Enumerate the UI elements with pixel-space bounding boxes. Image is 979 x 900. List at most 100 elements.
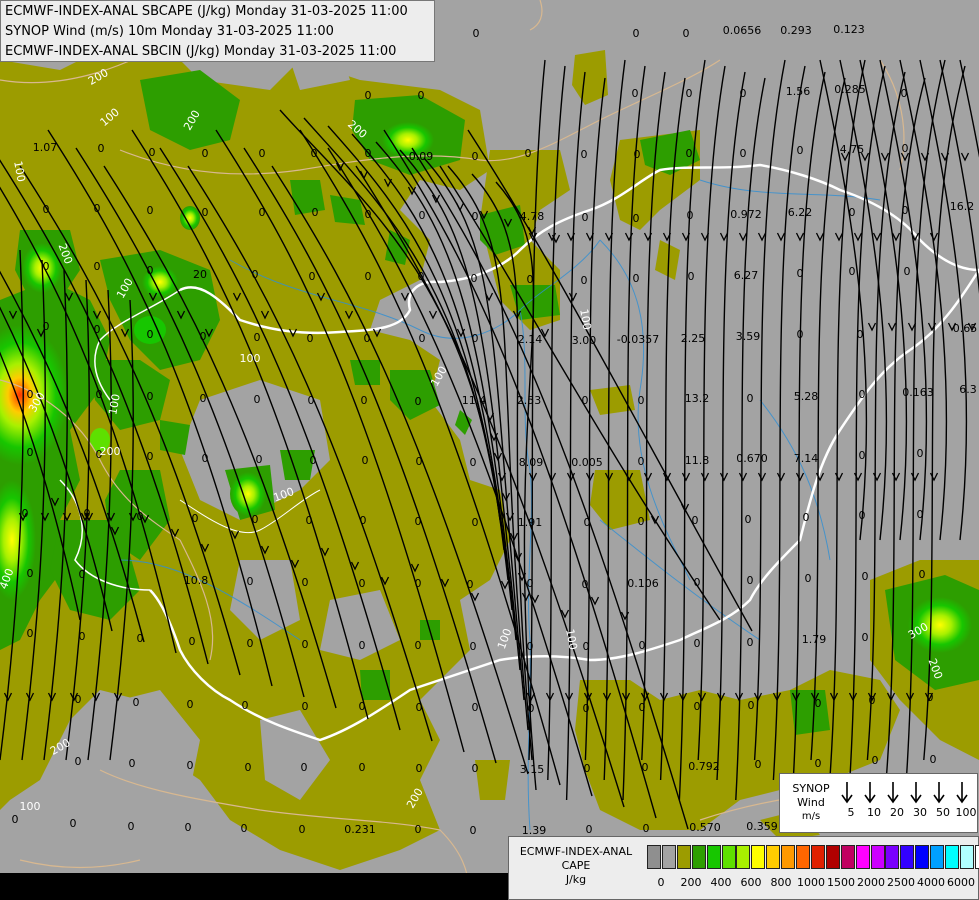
cin-value: 0 <box>857 328 864 341</box>
synop-arrow-100: 100 <box>955 780 977 819</box>
cin-value: 0 <box>202 452 209 465</box>
cin-value: 5.28 <box>794 390 819 403</box>
cape-color-swatch <box>825 845 840 869</box>
cin-value: 0 <box>917 508 924 521</box>
cape-color-swatch <box>915 845 930 869</box>
cape-tick-label: 1500 <box>827 876 855 889</box>
cin-value: 0 <box>692 514 699 527</box>
cin-value: 0 <box>202 147 209 160</box>
cin-value: 0 <box>862 631 869 644</box>
cape-color-swatch <box>706 845 721 869</box>
cin-value: 0.005 <box>571 456 603 469</box>
cin-value: 0 <box>307 332 314 345</box>
synop-arrow-30: 30 <box>909 780 931 819</box>
synop-legend-title: SYNOP <box>792 782 830 795</box>
cin-value: 0 <box>634 148 641 161</box>
cin-value: 0 <box>415 395 422 408</box>
cin-value: 7.14 <box>794 452 819 465</box>
cin-value: 0 <box>755 758 762 771</box>
cape-color-swatch <box>647 845 661 869</box>
cin-value: 0.163 <box>902 386 934 399</box>
cape-legend-title: ECMWF-INDEX-ANAL <box>519 845 633 858</box>
cape-color-swatch <box>900 845 915 869</box>
cin-value: 0 <box>639 639 646 652</box>
title-synop-wind: SYNOP Wind (m/s) 10m Monday 31-03-2025 1… <box>5 24 334 39</box>
cin-value: 0 <box>859 449 866 462</box>
cape-tick-label: 0 <box>657 876 665 889</box>
down-arrow-icon <box>910 782 922 804</box>
cin-value: 0.65 <box>953 322 978 335</box>
bottom-strip <box>0 873 508 900</box>
synop-arrow-50: 50 <box>932 780 954 819</box>
cin-value: 0 <box>902 142 909 155</box>
cin-value: 0 <box>98 142 105 155</box>
cin-value: 1.07 <box>33 141 58 154</box>
synop-legend-label: SYNOP Wind m/s <box>782 782 840 824</box>
cin-value: 0 <box>930 753 937 766</box>
cin-value: 0 <box>527 273 534 286</box>
cin-value: 0 <box>747 574 754 587</box>
cin-value: 0 <box>797 328 804 341</box>
cin-value: 0 <box>418 270 425 283</box>
cin-value: 0 <box>200 330 207 343</box>
cin-value: 0 <box>245 761 252 774</box>
cin-value: 0 <box>638 515 645 528</box>
cin-value: 0 <box>748 699 755 712</box>
cin-value: 3.00 <box>572 334 597 347</box>
cin-value: 0 <box>740 87 747 100</box>
cin-value: 0.293 <box>780 24 812 37</box>
cin-value: 0 <box>633 272 640 285</box>
down-arrow-icon <box>887 782 899 804</box>
cin-value: 0 <box>252 268 259 281</box>
cin-value: 0 <box>137 632 144 645</box>
cape-color-swatch <box>736 845 751 869</box>
cin-value: 0 <box>12 813 19 826</box>
cin-value: 0.570 <box>689 821 721 834</box>
cin-value: 0 <box>849 265 856 278</box>
cin-value: 0.792 <box>688 760 720 773</box>
cin-value: 0 <box>79 568 86 581</box>
cin-value: 0 <box>467 578 474 591</box>
cin-value: 2.53 <box>517 394 542 407</box>
synop-legend-subtitle: Wind <box>797 796 825 809</box>
synop-arrow-10: 10 <box>863 780 885 819</box>
cin-value: 0 <box>470 824 477 837</box>
cin-value: 1.56 <box>786 85 811 98</box>
cin-value: 0 <box>299 823 306 836</box>
cin-value: 13.2 <box>685 392 710 405</box>
cin-value: 0 <box>471 272 478 285</box>
cin-value: 0 <box>586 823 593 836</box>
cin-value: 0 <box>202 206 209 219</box>
cape-color-swatch <box>766 845 781 869</box>
cin-value: 0.106 <box>627 577 659 590</box>
cin-value: 0 <box>43 260 50 273</box>
cin-value: 0 <box>416 762 423 775</box>
cin-value: 6.3 <box>959 383 977 396</box>
cin-value: 0.972 <box>730 208 762 221</box>
cin-value: 0 <box>312 206 319 219</box>
cin-value: 0 <box>43 320 50 333</box>
cin-value: 0 <box>302 638 309 651</box>
cin-value: 0 <box>365 147 372 160</box>
cape-tick-label: 6000 <box>947 876 975 889</box>
cin-value: 0 <box>302 576 309 589</box>
cape-map: 0 0 0 0.0656 0.293 0.123 1.07 0 0 0 0 0 0 0 0 0 1.56 0.28… <box>0 0 979 900</box>
cin-value: 0 <box>583 702 590 715</box>
cin-value: 0 <box>94 260 101 273</box>
cin-value: 0 <box>683 27 690 40</box>
cin-value: 0.231 <box>344 823 376 836</box>
cape-tick-label: 200 <box>680 876 702 889</box>
cin-value: 0 <box>740 147 747 160</box>
cin-value: 0 <box>309 270 316 283</box>
cin-value: 0 <box>633 212 640 225</box>
cin-value: 0 <box>470 640 477 653</box>
cin-value: 0 <box>472 210 479 223</box>
cin-value: 0 <box>241 822 248 835</box>
cin-value: 0 <box>694 700 701 713</box>
cin-value: 0 <box>416 455 423 468</box>
down-arrow-icon <box>956 782 968 804</box>
cin-value: 0 <box>643 822 650 835</box>
cape-color-swatch <box>751 845 766 869</box>
cin-value: 0 <box>311 147 318 160</box>
map-viewport: { "titles": { "line1": "ECMWF-INDEX-ANAL… <box>0 0 979 900</box>
